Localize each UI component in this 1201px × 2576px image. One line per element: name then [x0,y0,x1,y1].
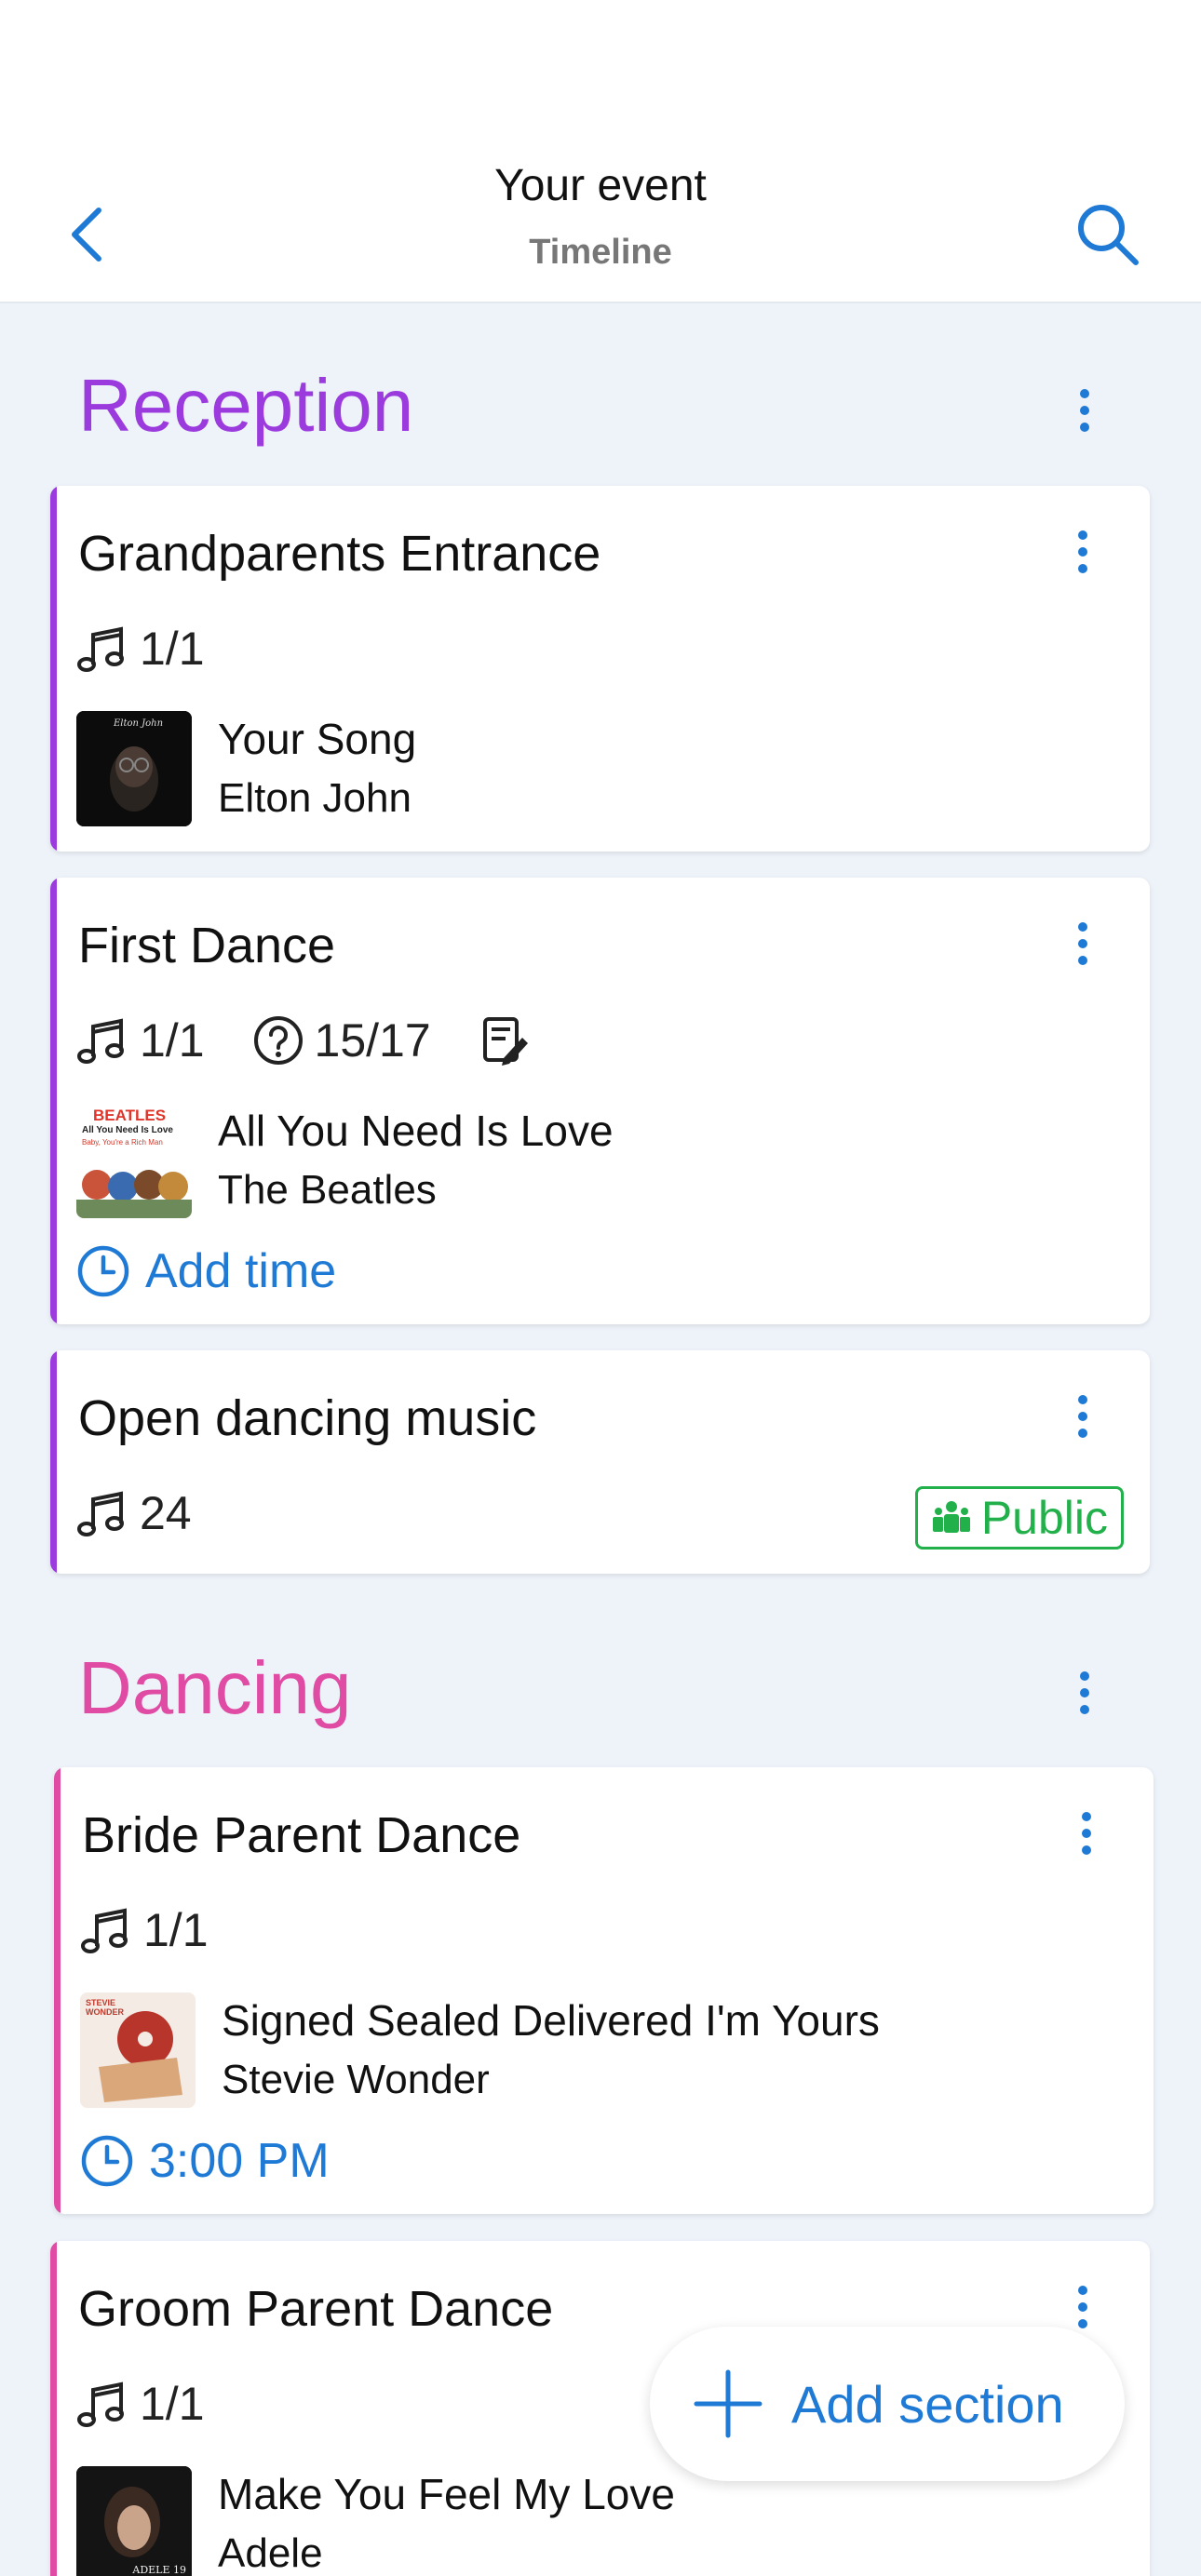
time-label: 3:00 PM [149,2134,330,2188]
public-badge: Public [914,1486,1124,1550]
add-section-label: Add section [791,2374,1064,2434]
page-subtitle: Timeline [529,233,672,272]
search-icon [1078,205,1139,265]
song-count: 1/1 [140,1014,205,1067]
section-menu-button[interactable] [1066,389,1103,454]
card-title: Grandparents Entrance [78,526,601,582]
album-art: BEATLES All You Need Is Love Baby, You'r… [76,1103,192,1218]
music-note-icon [77,2381,124,2427]
questions-count: 15/17 [314,1014,431,1067]
song-artist: Stevie Wonder [222,2057,490,2102]
song-title: Make You Feel My Love [218,2470,675,2518]
music-note-icon [81,1908,128,1953]
page-title: Your event [494,161,707,210]
timeline-card-grandparents-entrance[interactable]: Grandparents Entrance 1/1 Elton John You… [50,486,1150,852]
song-artist: Adele [218,2530,323,2576]
album-art: STEVIE WONDER [80,1992,196,2108]
song-title: Signed Sealed Delivered I'm Yours [222,1996,880,2045]
song-count: 1/1 [140,623,205,675]
timeline-card-first-dance[interactable]: First Dance 1/1 15/17 BEATLES All You Ne… [50,878,1150,1324]
add-time-button[interactable]: Add time [76,1243,336,1299]
album-art-text: Baby, You're a Rich Man [82,1138,163,1147]
timeline-card-open-dancing-music[interactable]: Open dancing music 24 Public [50,1350,1150,1574]
add-section-button[interactable]: Add section [650,2327,1125,2481]
section-title-reception: Reception [78,364,414,447]
plus-icon [694,2369,762,2438]
album-art-text: STEVIE WONDER [86,1998,124,2017]
song-count: 1/1 [140,2378,205,2430]
album-art-text: BEATLES [93,1107,167,1124]
section-menu-button[interactable] [1066,1671,1103,1737]
card-meta: 24 [76,1486,238,1540]
music-note-icon [77,626,124,672]
card-title: First Dance [78,918,336,973]
section-title-dancing: Dancing [78,1646,352,1729]
song-count: 1/1 [143,1904,209,1956]
song-row[interactable]: STEVIE WONDER Signed Sealed Delivered I'… [80,1991,880,2110]
notes-edit-icon [482,1017,528,1066]
song-artist: The Beatles [218,1167,437,1213]
card-title: Bride Parent Dance [82,1807,521,1863]
people-icon [932,1501,970,1533]
song-title: All You Need Is Love [218,1107,614,1155]
card-menu-button[interactable] [1064,530,1101,596]
album-art-text: Elton John [114,718,164,729]
card-title: Groom Parent Dance [78,2281,554,2337]
music-note-icon [77,1491,124,1536]
album-art: ADELE 19 [76,2466,192,2576]
album-art-text: ADELE 19 [132,2564,186,2576]
album-art-text: All You Need Is Love [82,1125,173,1135]
clock-icon [77,1245,129,1297]
card-menu-button[interactable] [1064,1395,1101,1460]
card-menu-button[interactable] [1068,1812,1105,1877]
top-nav-bar: Your event Timeline [0,0,1201,303]
card-meta: 1/1 [76,622,251,676]
song-artist: Elton John [218,775,412,821]
search-button[interactable] [1071,197,1145,272]
card-title: Open dancing music [78,1390,537,1446]
badge-label: Public [980,1492,1108,1544]
card-meta: 1/1 [76,2377,251,2431]
question-circle-icon [253,1016,303,1065]
song-count: 24 [140,1487,192,1539]
song-row[interactable]: ADELE 19 Make You Feel My Love Adele [76,2464,675,2576]
card-meta: 1/1 [80,1903,255,1957]
card-menu-button[interactable] [1064,922,1101,987]
song-row[interactable]: BEATLES All You Need Is Love Baby, You'r… [76,1101,614,1220]
add-time-label: Add time [145,1244,337,1298]
card-meta: 1/1 15/17 [76,1013,587,1067]
clock-icon [81,2135,133,2187]
song-title: Your Song [218,715,417,763]
album-art: Elton John [76,711,192,826]
song-row[interactable]: Elton John Your Song Elton John [76,709,416,828]
timeline-card-bride-parent-dance[interactable]: Bride Parent Dance 1/1 STEVIE WONDER Sig… [54,1767,1154,2214]
time-button[interactable]: 3:00 PM [80,2133,330,2189]
music-note-icon [77,1018,124,1064]
